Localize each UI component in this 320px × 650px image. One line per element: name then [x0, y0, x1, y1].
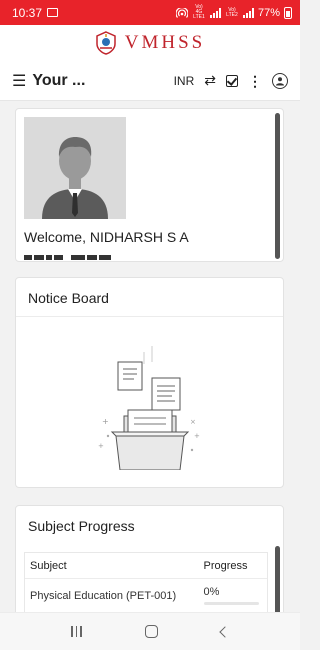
- swap-icon[interactable]: ⇄: [204, 72, 216, 89]
- divider: [16, 316, 283, 317]
- brand-header: VMHSS: [0, 25, 300, 61]
- svg-text:×: ×: [190, 418, 196, 426]
- status-indicators: Vo) 4G LTE1 Vo) LTE2 77%: [175, 4, 292, 20]
- subject-progress-table: Subject Progress Physical Education (PET…: [24, 552, 268, 614]
- more-vert-icon[interactable]: ⋮: [248, 74, 262, 88]
- recent-apps-icon[interactable]: [71, 626, 82, 637]
- app-bar-tools: INR ⇄ ⋮: [174, 72, 288, 89]
- svg-text:+: +: [194, 432, 200, 440]
- subject-progress-title: Subject Progress: [28, 518, 135, 534]
- school-name: VMHSS: [124, 32, 206, 53]
- progress-bar: [203, 602, 259, 605]
- system-nav-bar: [0, 612, 300, 650]
- battery-icon: [284, 6, 292, 19]
- home-icon[interactable]: [144, 625, 158, 638]
- signal-icon-2: [242, 7, 254, 18]
- svg-text:+: +: [102, 417, 109, 426]
- progress-percent: 0%: [203, 586, 220, 598]
- welcome-text: Welcome, NIDHARSH S A: [24, 229, 189, 245]
- column-header-progress: Progress: [203, 559, 248, 572]
- subject-name: Physical Education (PET-001): [30, 589, 177, 602]
- network-label-2: Vo) LTE2: [226, 6, 238, 18]
- table-row[interactable]: Physical Education (PET-001) 0%: [25, 579, 267, 613]
- table-header-row: Subject Progress: [25, 553, 267, 579]
- hotspot-icon: [175, 7, 188, 18]
- status-bar: 10:37 Vo) 4G LTE1 Vo) LTE2 77%: [0, 0, 300, 25]
- account-icon[interactable]: [272, 72, 288, 89]
- profile-avatar: [24, 117, 126, 219]
- profile-scrollbar[interactable]: [275, 113, 280, 259]
- profile-details-strip: [24, 255, 124, 261]
- app-bar: ☰ Your ... INR ⇄ ⋮: [0, 61, 300, 101]
- battery-percent: 77%: [257, 6, 280, 19]
- subject-progress-cell: 0%: [203, 586, 267, 605]
- checkbox-icon[interactable]: [226, 74, 238, 87]
- svg-text:+: +: [98, 442, 104, 450]
- hamburger-icon[interactable]: ☰: [12, 71, 26, 91]
- profile-card: Welcome, NIDHARSH S A: [15, 108, 284, 262]
- currency-selector[interactable]: INR: [174, 74, 195, 88]
- page-title: Your ...: [32, 71, 86, 89]
- column-header-subject: Subject: [30, 559, 67, 572]
- signal-icon-1: [209, 7, 221, 18]
- notice-board-card: Notice Board + × + +: [15, 277, 284, 488]
- back-icon[interactable]: [218, 625, 231, 638]
- school-crest-logo: [96, 31, 116, 55]
- gallery-icon: [47, 8, 59, 17]
- subject-progress-card: Subject Progress Subject Progress Physic…: [15, 505, 284, 625]
- empty-notices-illustration: + × + +: [98, 346, 200, 470]
- network-label-1: Vo) 4G LTE1: [193, 4, 205, 20]
- status-time: 10:37: [12, 5, 43, 20]
- notice-board-title: Notice Board: [28, 290, 109, 306]
